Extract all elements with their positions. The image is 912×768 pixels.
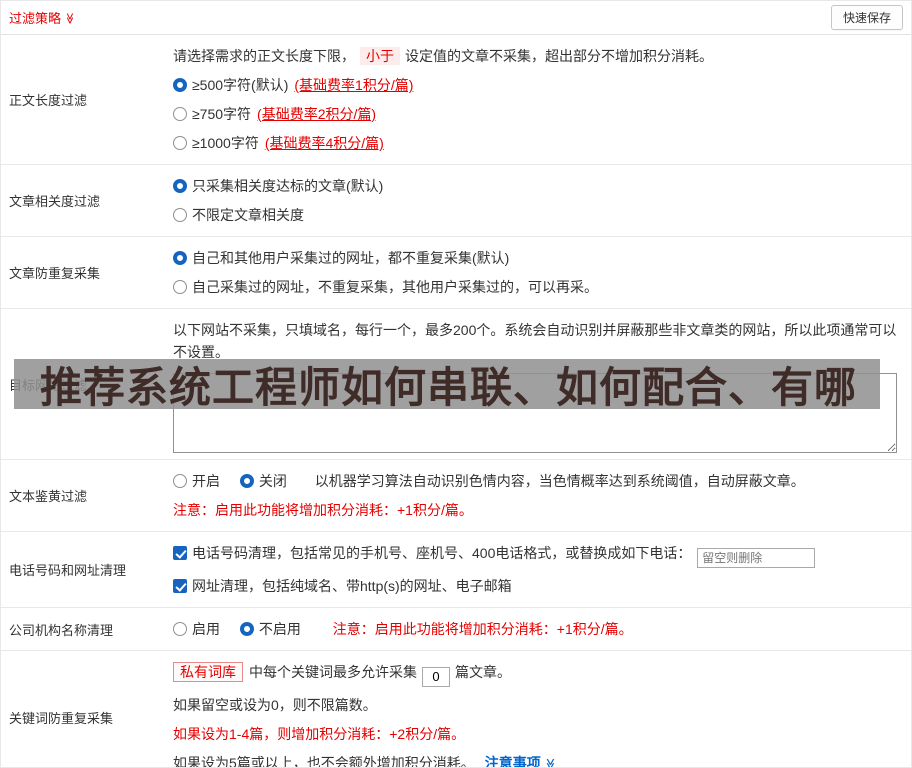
keyword-dedup-content: 私有词库中每个关键词最多允许采集 篇文章。 如果留空或设为0，则不限篇数。 如果设… <box>173 651 911 768</box>
notice-link-label: 注意事项 <box>484 754 541 768</box>
length-option-1000-label: ≥1000字符 <box>192 135 259 151</box>
radio-icon[interactable] <box>173 622 187 636</box>
relevance-content: 只采集相关度达标的文章(默认) 不限定文章相关度 <box>173 165 911 236</box>
row-relevance-filter: 文章相关度过滤 只采集相关度达标的文章(默认) 不限定文章相关度 <box>1 165 911 237</box>
row-phone-url-clean: 电话号码和网址清理 电话号码清理，包括常见的手机号、座机号、400电话格式，或替… <box>1 532 911 608</box>
company-clean-option-enable[interactable]: 启用 <box>173 621 224 637</box>
row-keyword-dedup: 关键词防重复采集 私有词库中每个关键词最多允许采集 篇文章。 如果留空或设为0，则… <box>1 651 911 768</box>
length-option-750-fee: (基础费率2积分/篇) <box>257 106 377 122</box>
radio-icon[interactable] <box>173 107 187 121</box>
row-company-clean: 公司机构名称清理 启用 不启用 注意：启用此功能将增加积分消耗：+1积分/篇。 <box>1 608 911 651</box>
relevance-option-any-label: 不限定文章相关度 <box>192 207 304 223</box>
length-option-500-label: ≥500字符(默认) <box>192 77 289 93</box>
company-clean-enable-label: 启用 <box>192 621 220 637</box>
intro-before: 请选择需求的正文长度下限， <box>173 48 355 64</box>
dedup-content: 自己和其他用户采集过的网址，都不重复采集(默认) 自己采集过的网址，不重复采集，… <box>173 237 911 308</box>
keyword-dedup-line4-text: 如果设为5篇或以上，也不会额外增加积分消耗。 <box>173 754 475 768</box>
notice-chevron-icon: ≫ <box>543 757 556 768</box>
max-articles-count-input[interactable] <box>422 666 450 687</box>
checkbox-checked-icon[interactable] <box>173 579 187 593</box>
phone-url-clean-label: 电话号码和网址清理 <box>9 563 127 578</box>
porn-filter-label: 文本鉴黄过滤 <box>9 489 88 504</box>
porn-filter-on-label: 开启 <box>192 473 220 489</box>
row-porn-filter: 文本鉴黄过滤 开启 关闭 以机器学习算法自动识别色情内容，当色情概率达到系统阈值… <box>1 460 911 532</box>
porn-filter-option-off[interactable]: 关闭 <box>239 473 291 489</box>
company-clean-note: 注意：启用此功能将增加积分消耗：+1积分/篇。 <box>332 621 633 637</box>
length-option-500-fee: (基础费率1积分/篇) <box>294 77 414 93</box>
intro-after: 设定值的文章不采集，超出部分不增加积分消耗。 <box>405 48 713 64</box>
filter-strategy-page: 过滤策略 ≫ 快速保存 正文长度过滤 请选择需求的正文长度下限， 小于 设定值的文章不… <box>0 0 912 768</box>
company-clean-options: 启用 不启用 注意：启用此功能将增加积分消耗：+1积分/篇。 <box>173 618 903 640</box>
watermark-banner: 推荐系统工程师如何串联、如何配合、有哪 <box>14 359 880 409</box>
radio-selected-icon[interactable] <box>173 179 187 193</box>
row-dedup-collection: 文章防重复采集 自己和其他用户采集过的网址，都不重复采集(默认) 自己采集过的网… <box>1 237 911 309</box>
length-option-1000[interactable]: ≥1000字符 (基础费率4积分/篇) <box>173 132 903 154</box>
collapse-chevron-icon[interactable]: ≫ <box>63 13 76 25</box>
dedup-label: 文章防重复采集 <box>9 266 101 281</box>
phone-clean-line: 电话号码清理，包括常见的手机号、座机号、400电话格式，或替换成如下电话： <box>173 542 903 568</box>
radio-icon[interactable] <box>173 280 187 294</box>
notice-link[interactable]: 注意事项 ≫ <box>485 755 556 768</box>
length-option-1000-fee: (基础费率4积分/篇) <box>264 135 384 151</box>
private-lexicon-tag[interactable]: 私有词库 <box>173 662 243 682</box>
content-length-intro: 请选择需求的正文长度下限， 小于 设定值的文章不采集，超出部分不增加积分消耗。 <box>173 45 903 67</box>
watermark-text: 推荐系统工程师如何串联、如何配合、有哪 <box>40 363 858 410</box>
radio-icon[interactable] <box>173 136 187 150</box>
porn-filter-content: 开启 关闭 以机器学习算法自动识别色情内容，当色情概率达到系统阈值，自动屏蔽文章… <box>173 460 911 531</box>
radio-selected-icon[interactable] <box>173 78 187 92</box>
radio-selected-icon[interactable] <box>239 622 254 636</box>
porn-filter-options: 开启 关闭 以机器学习算法自动识别色情内容，当色情概率达到系统阈值，自动屏蔽文章… <box>173 470 903 492</box>
radio-selected-icon[interactable] <box>239 474 254 488</box>
radio-selected-icon[interactable] <box>173 251 187 265</box>
length-option-500[interactable]: ≥500字符(默认) (基础费率1积分/篇) <box>173 74 903 96</box>
radio-icon[interactable] <box>173 208 187 222</box>
keyword-dedup-line3: 如果设为1-4篇，则增加积分消耗：+2积分/篇。 <box>173 725 466 742</box>
intro-highlight: 小于 <box>360 47 400 65</box>
target-sites-description: 以下网站不采集，只填域名，每行一个，最多200个。系统会自动识别并屏蔽那些非文章… <box>173 322 897 360</box>
porn-filter-off-label: 关闭 <box>258 473 287 489</box>
url-clean-line: 网址清理，包括纯域名、带http(s)的网址、电子邮箱 <box>173 575 903 597</box>
page-header: 过滤策略 ≫ 快速保存 <box>1 1 911 35</box>
keyword-dedup-line4: 如果设为5篇或以上，也不会额外增加积分消耗。 注意事项 ≫ <box>173 752 903 768</box>
replacement-phone-input[interactable] <box>697 548 816 568</box>
company-clean-content: 启用 不启用 注意：启用此功能将增加积分消耗：+1积分/篇。 <box>173 608 911 650</box>
url-clean-label: 网址清理，包括纯域名、带http(s)的网址、电子邮箱 <box>192 578 512 594</box>
keyword-dedup-line1-mid: 中每个关键词最多允许采集 <box>249 664 417 680</box>
page-title[interactable]: 过滤策略 ≫ <box>9 8 76 27</box>
phone-url-clean-content: 电话号码清理，包括常见的手机号、座机号、400电话格式，或替换成如下电话： 网址… <box>173 532 911 607</box>
keyword-dedup-line1: 私有词库中每个关键词最多允许采集 篇文章。 <box>173 661 903 687</box>
relevance-option-strict[interactable]: 只采集相关度达标的文章(默认) <box>173 175 903 197</box>
company-clean-disable-label: 不启用 <box>258 621 301 637</box>
url-clean-option[interactable]: 网址清理，包括纯域名、带http(s)的网址、电子邮箱 <box>173 578 512 594</box>
dedup-option-self-only[interactable]: 自己采集过的网址，不重复采集，其他用户采集过的，可以再采。 <box>173 276 903 298</box>
length-option-750[interactable]: ≥750字符 (基础费率2积分/篇) <box>173 103 903 125</box>
length-option-750-label: ≥750字符 <box>192 106 252 122</box>
keyword-dedup-line1-end: 篇文章。 <box>455 664 511 680</box>
dedup-option-all-users-label: 自己和其他用户采集过的网址，都不重复采集(默认) <box>192 250 510 266</box>
company-clean-option-disable[interactable]: 不启用 <box>239 621 305 637</box>
row-content-length-filter: 正文长度过滤 请选择需求的正文长度下限， 小于 设定值的文章不采集，超出部分不增加积… <box>1 35 911 165</box>
dedup-option-self-only-label: 自己采集过的网址，不重复采集，其他用户采集过的，可以再采。 <box>192 279 598 295</box>
relevance-label: 文章相关度过滤 <box>9 194 101 209</box>
content-length-content: 请选择需求的正文长度下限， 小于 设定值的文章不采集，超出部分不增加积分消耗。 ≥5… <box>173 35 911 164</box>
relevance-option-any[interactable]: 不限定文章相关度 <box>173 204 903 226</box>
dedup-option-all-users[interactable]: 自己和其他用户采集过的网址，都不重复采集(默认) <box>173 247 903 269</box>
porn-filter-note: 注意：启用此功能将增加积分消耗：+1积分/篇。 <box>173 502 473 518</box>
page-title-text: 过滤策略 <box>9 11 62 26</box>
keyword-dedup-label: 关键词防重复采集 <box>9 711 114 727</box>
relevance-option-strict-label: 只采集相关度达标的文章(默认) <box>192 178 384 194</box>
phone-clean-option[interactable]: 电话号码清理，包括常见的手机号、座机号、400电话格式，或替换成如下电话： <box>173 545 695 561</box>
phone-clean-label: 电话号码清理，包括常见的手机号、座机号、400电话格式，或替换成如下电话： <box>192 545 692 561</box>
company-clean-label: 公司机构名称清理 <box>9 622 114 638</box>
quick-save-button[interactable]: 快速保存 <box>830 5 903 30</box>
checkbox-checked-icon[interactable] <box>173 546 187 560</box>
porn-filter-option-on[interactable]: 开启 <box>173 473 224 489</box>
keyword-dedup-line2: 如果留空或设为0，则不限篇数。 <box>173 696 377 713</box>
content-length-label: 正文长度过滤 <box>9 93 88 108</box>
porn-filter-description: 以机器学习算法自动识别色情内容，当色情概率达到系统阈值，自动屏蔽文章。 <box>314 473 805 489</box>
radio-icon[interactable] <box>173 474 187 488</box>
